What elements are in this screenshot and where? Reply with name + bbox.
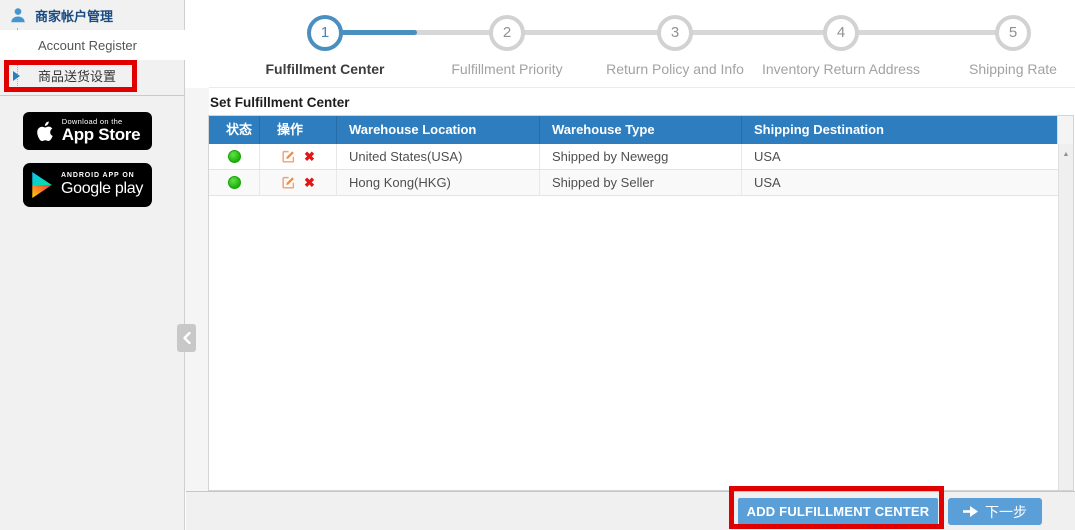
table-row[interactable]: ✖ United States(USA) Shipped by Newegg U… [209,144,1073,170]
fulfillment-center-table: 状态 操作 Warehouse Location Warehouse Type … [208,115,1074,491]
wizard-stepper: 1 2 3 4 5 Fulfillment Center Fulfillment… [209,0,1075,88]
warehouse-location-cell: Hong Kong(HKG) [337,170,540,195]
warehouse-type-cell: Shipped by Seller [540,170,742,195]
sidebar-item-account-register[interactable]: Account Register [0,30,185,60]
step-circle-1[interactable]: 1 [307,15,343,51]
step-circle-5[interactable]: 5 [995,15,1031,51]
account-register-label: Account Register [38,37,137,53]
google-play-icon [32,172,53,198]
sidebar-collapse-handle[interactable] [177,324,196,352]
caret-right-icon [13,70,20,81]
delete-icon[interactable]: ✖ [304,176,315,189]
google-play-badge[interactable]: ANDROID APP ON Google play [23,163,152,207]
app-store-badge-title: App Store [61,124,141,144]
chevron-left-icon [182,332,191,344]
google-play-badge-tagline: ANDROID APP ON [60,172,135,180]
sidebar-item-account-management[interactable]: 商家帐户管理 [0,0,185,30]
column-header-warehouse-type: Warehouse Type [540,116,742,144]
delivery-settings-label: 商品送货设置 [38,69,117,84]
step-circle-4[interactable]: 4 [823,15,859,51]
status-active-dot [227,176,241,189]
table-header-row: 状态 操作 Warehouse Location Warehouse Type … [209,116,1073,144]
app-store-badge[interactable]: Download on the App Store [23,112,152,150]
status-active-dot [227,150,241,163]
column-header-shipping-destination: Shipping Destination [754,122,884,137]
sidebar: 商家帐户管理 Account Register 商品送货设置 Download … [0,0,185,530]
delete-icon[interactable]: ✖ [304,150,315,163]
scrollbar-up-arrow-icon[interactable]: ▲ [1059,144,1073,158]
sidebar-divider [0,95,185,96]
sidebar-section-label: 商家帐户管理 [35,8,114,24]
apple-icon [35,120,54,143]
operation-cell: ✖ [260,170,337,195]
operation-cell: ✖ [260,144,337,169]
column-header-warehouse-location: Warehouse Location [337,116,540,144]
step-label-shipping-rate: Shipping Rate [969,61,1057,77]
table-row[interactable]: ✖ Hong Kong(HKG) Shipped by Seller USA [209,170,1073,196]
edit-icon[interactable] [281,149,296,164]
add-fulfillment-center-button[interactable]: ADD FULFILLMENT CENTER [738,498,938,525]
shipping-destination-cell: USA [754,149,781,164]
step-circle-2[interactable]: 2 [489,15,525,51]
footer-bar: ADD FULFILLMENT CENTER 下一步 [186,491,1075,530]
vertical-scrollbar[interactable]: ▲ [1058,144,1073,490]
step-circle-3[interactable]: 3 [657,15,693,51]
next-step-button[interactable]: 下一步 [948,498,1042,525]
warehouse-type-cell: Shipped by Newegg [540,144,742,169]
status-cell [209,144,260,169]
table-header-scrollbar-corner [1057,116,1073,144]
shipping-destination-cell: USA [754,175,781,190]
status-cell [209,170,260,195]
page-title: Set Fulfillment Center [210,95,350,110]
sidebar-item-delivery-settings[interactable]: 商品送货设置 [0,60,185,91]
arrow-right-icon [963,506,978,517]
google-play-badge-title: Google play [60,180,144,198]
next-step-label: 下一步 [985,503,1027,520]
content-gutter [185,88,209,491]
user-icon [9,6,27,24]
column-header-operation: 操作 [260,116,337,144]
warehouse-location-cell: United States(USA) [337,144,540,169]
seller-portal-app: 商家帐户管理 Account Register 商品送货设置 Download … [0,0,1075,530]
column-header-status: 状态 [209,116,260,144]
edit-icon[interactable] [281,175,296,190]
